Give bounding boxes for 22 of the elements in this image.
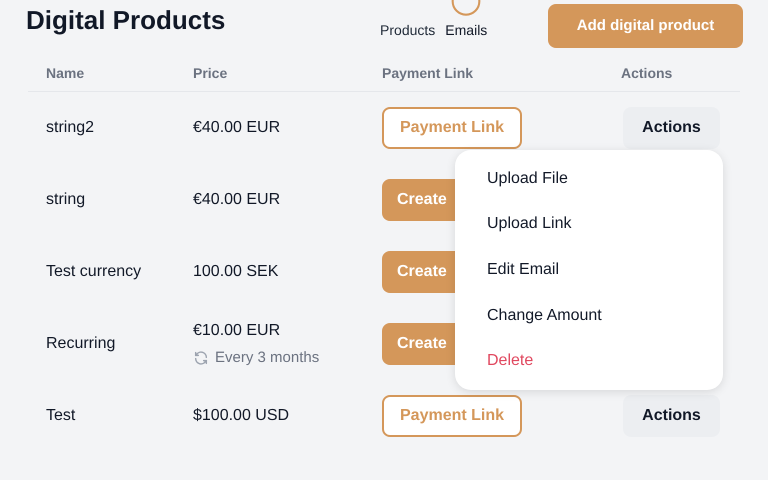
- column-header: Payment Link: [382, 64, 474, 80]
- product-price: €10.00 EUR: [193, 322, 280, 339]
- product-price: $100.00 USD: [193, 407, 290, 424]
- actions-button[interactable]: Actions: [623, 107, 720, 149]
- product-name: string: [46, 191, 86, 208]
- product-name: string2: [46, 119, 94, 136]
- product-name: Recurring: [46, 335, 116, 352]
- menu-item[interactable]: Change Amount: [487, 306, 602, 324]
- recurrence-text: Every 3 months: [215, 348, 320, 368]
- tab[interactable]: Products: [380, 20, 436, 41]
- column-header: Actions: [621, 64, 672, 80]
- page-title: Digital Products: [26, 4, 226, 36]
- product-price: €40.00 EUR: [193, 119, 280, 136]
- recurring-icon: [193, 350, 209, 366]
- column-header: Price: [193, 64, 228, 80]
- product-name: Test currency: [46, 263, 142, 280]
- product-price: 100.00 SEK: [193, 263, 278, 280]
- column-header: Name: [46, 64, 84, 80]
- actions-button[interactable]: Actions: [623, 395, 720, 437]
- product-name: Test: [46, 407, 76, 424]
- tab[interactable]: Emails: [445, 20, 488, 41]
- product-price: €40.00 EUR: [193, 191, 280, 208]
